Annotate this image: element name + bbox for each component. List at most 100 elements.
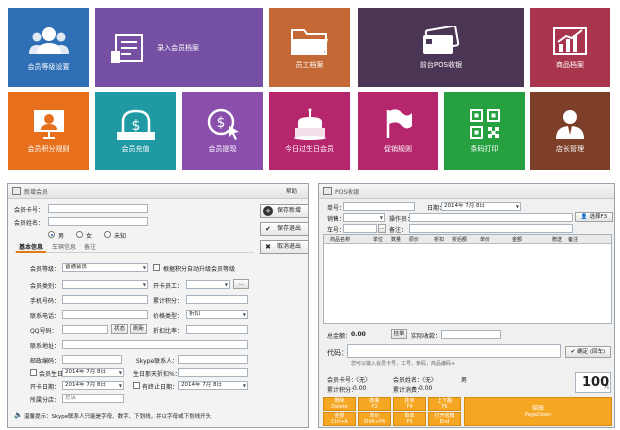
help-link[interactable]: 帮助 [286,187,297,195]
checkout-button[interactable]: 结账 PageDown [464,397,612,426]
fkey-quantity[interactable]: 数量 F2 [358,397,391,411]
fkey-hold[interactable]: 挂单 F4 [393,397,426,411]
tile-recharge[interactable]: $ 会员充值 [95,92,176,170]
fkey-delete[interactable]: 删除 Delete [323,397,356,411]
plate-input[interactable] [343,224,377,233]
tip-text: 温馨提示：Skype联系人只能是字母、数字、下划线，并以字母或下划线开头 [24,414,212,420]
birthday-date-picker[interactable]: 2014年 7月 8日 [62,368,124,377]
save-new-button[interactable]: + 保存新增 [260,204,308,218]
sales-select[interactable] [343,213,385,222]
tab-vehicle-info[interactable]: 车辆信息 [50,242,78,253]
date-picker[interactable]: 2014年 7月 8日 [441,202,521,211]
discount-label: 折扣比率： [153,328,184,335]
qq-input[interactable] [62,325,108,334]
member-dialog: 新增会员 帮助 会员卡号： 会员姓名： 男 女 未知 基本信息 车辆信息 备注 … [7,183,309,428]
store-input[interactable]: 总店 [62,394,124,403]
phone-input[interactable] [62,295,148,304]
expire-label: 有终止日期： [142,384,179,391]
speaker-icon: 🔈 [14,411,23,419]
tab-basic-info[interactable]: 基本信息 [16,242,46,253]
check-icon: ✔ [265,225,271,233]
select-member-button[interactable]: 👤 选择F3 [575,212,613,222]
skype-input[interactable] [178,355,248,364]
category-select[interactable] [62,280,148,289]
tile-promo-rule[interactable]: 促销规则 [358,92,438,170]
col-qty: 数量 [391,237,402,243]
col-unit-price: 单价 [480,237,491,243]
opener-browse-button[interactable]: ... [233,279,249,289]
contact-label: 联系电话： [30,313,61,320]
pos-titlebar: POS收银 [319,184,614,199]
gender-unknown-label: 未知 [114,233,127,240]
name-input[interactable] [48,217,148,226]
code-input[interactable] [347,344,561,358]
skype-label: Skype联系人： [136,358,179,365]
tile-member-entry[interactable]: 录入会员档案 [95,8,263,87]
plate-browse-button[interactable]: ... [378,224,386,233]
tile-label: 前台POS收银 [419,60,463,69]
birthday-discount-input[interactable] [178,368,248,377]
close-icon: ✖ [265,243,271,251]
tile-label: 录入会员档案 [157,43,199,52]
tile-manager[interactable]: 店长管理 [530,92,610,170]
fkey-amount[interactable]: 金额 Ctrl+A [323,412,356,426]
zip-input[interactable] [62,355,122,364]
fkey-unit-price[interactable]: 单价 Shift+F6 [358,412,391,426]
credit-card-icon [423,25,460,54]
birthday-checkbox[interactable] [30,369,37,376]
doc-no-input[interactable] [343,202,415,211]
paid-input[interactable] [441,330,501,339]
auto-upgrade-checkbox[interactable] [153,264,160,271]
opener-select[interactable] [186,280,230,289]
price-type-select[interactable]: 折扣 [186,310,248,319]
tile-member-level[interactable]: 会员等级设置 [8,8,89,87]
expire-checkbox[interactable] [133,382,140,389]
tally-button[interactable]: 挂单 [391,329,407,339]
fkey-retrieve[interactable]: 取单 F5 [393,412,426,426]
open-date-picker[interactable]: 2014年 7月 8日 [62,381,124,390]
save-exit-button[interactable]: ✔ 保存退出 [260,222,308,236]
discount-input[interactable] [186,325,248,334]
svg-text:$: $ [216,115,225,131]
bar-chart-icon [553,26,587,55]
member-spend-value: 0.00 [419,385,433,392]
dialog-titlebar: 新增会员 帮助 [8,184,308,199]
col-gift: 赠送 [552,237,563,243]
tile-label: 今日过生日会员 [285,145,334,153]
tile-label: 条码打印 [470,145,499,153]
card-no-input[interactable] [48,204,148,213]
items-table[interactable]: 商品名称 单位 数量 原价 折扣 折后额 单价 金额 赠送 备注 [323,234,612,324]
tile-pos-front[interactable]: 前台POS收银 [358,8,524,87]
tile-staff-file[interactable]: 员工档案 [269,8,350,87]
refresh-button[interactable]: 刷新 [130,324,147,334]
status-button[interactable]: 状态 [111,324,128,334]
plus-icon: + [263,206,273,216]
fkey-cash-drawer[interactable]: 打开钱箱 End [428,412,461,426]
tile-label: 商品档案 [556,60,584,69]
points-input[interactable] [186,295,248,304]
tile-withdraw[interactable]: $ 会员提现 [182,92,263,170]
check-icon: ✔ [570,349,576,355]
handler-input[interactable] [409,213,573,222]
tile-birthday[interactable]: 今日过生日会员 [269,92,350,170]
confirm-button[interactable]: ✔ 确定 (回车) [565,346,611,358]
address-input[interactable] [62,340,248,349]
expire-date-picker[interactable]: 2014年 7月 8日 [178,381,248,390]
tab-notes[interactable]: 备注 [82,242,98,253]
tile-label: 促销规则 [384,145,412,153]
fkey-page[interactable]: 上下翻 F6 [428,397,461,411]
level-select[interactable]: 普通会员 [62,263,148,272]
gender-unknown-radio[interactable] [104,231,111,238]
cancel-exit-button[interactable]: ✖ 取消退出 [260,240,308,254]
document-icon [111,33,143,63]
gender-female-radio[interactable] [76,231,83,238]
gender-male-radio[interactable] [48,231,55,238]
address-label: 联系地址： [30,343,61,350]
tile-barcode-print[interactable]: 条码打印 [444,92,525,170]
tile-points-rule[interactable]: 会员积分规则 [8,92,89,170]
category-label: 会员类别： [30,283,61,290]
amount-unit: 元 [604,384,610,390]
pos-note-input[interactable] [409,224,573,233]
tile-product-file[interactable]: 商品档案 [530,8,610,87]
contact-input[interactable] [62,310,148,319]
